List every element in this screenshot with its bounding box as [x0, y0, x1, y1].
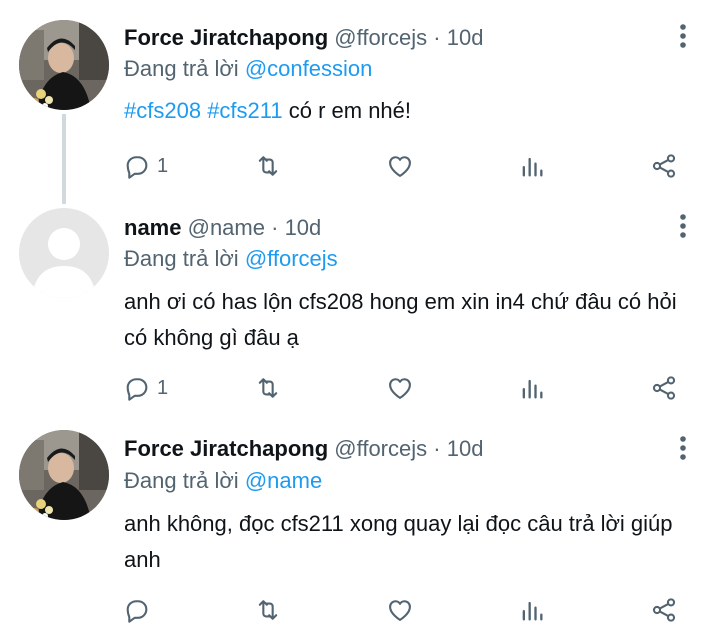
replying-prefix: Đang trả lời	[124, 468, 239, 493]
retweet-button[interactable]	[254, 590, 282, 630]
timestamp[interactable]: 10d	[285, 215, 322, 240]
replying-to: Đang trả lời @confession	[124, 56, 372, 82]
tweet-header: Force Jiratchapong @fforcejs · 10d	[124, 25, 483, 51]
retweet-button[interactable]	[254, 146, 282, 186]
like-button[interactable]	[386, 590, 414, 630]
hashtag-link[interactable]: #cfs208	[124, 98, 201, 123]
avatar[interactable]	[19, 20, 109, 110]
handle[interactable]: @fforcejs	[334, 436, 427, 461]
like-icon	[389, 600, 411, 621]
timestamp[interactable]: 10d	[447, 436, 484, 461]
like-icon	[389, 378, 411, 399]
mention-link[interactable]: @name	[245, 468, 322, 493]
tweet[interactable]: Force Jiratchapong @fforcejs · 10d Đang …	[0, 418, 720, 638]
tweet[interactable]: name @name · 10d Đang trả lời @fforcejs …	[0, 196, 720, 416]
share-icon	[652, 376, 676, 400]
retweet-icon	[258, 600, 278, 620]
more-icon[interactable]	[673, 22, 693, 50]
handle[interactable]: @name	[188, 215, 265, 240]
mention-link[interactable]: @fforcejs	[245, 246, 338, 271]
tweet-text-content: có r em nhé!	[288, 98, 412, 123]
tweet-header: name @name · 10d	[124, 215, 321, 241]
more-icon[interactable]	[673, 212, 693, 240]
replying-prefix: Đang trả lời	[124, 246, 239, 271]
display-name[interactable]: Force Jiratchapong	[124, 436, 328, 461]
replying-to: Đang trả lời @name	[124, 468, 322, 494]
replying-to: Đang trả lời @fforcejs	[124, 246, 338, 272]
reply-button[interactable]: 1	[123, 146, 168, 186]
avatar[interactable]	[19, 430, 109, 520]
views-button[interactable]	[518, 146, 546, 186]
views-icon	[522, 601, 543, 621]
views-icon	[522, 379, 543, 399]
retweet-icon	[258, 378, 278, 398]
separator-dot: ·	[433, 25, 441, 50]
tweet-header: Force Jiratchapong @fforcejs · 10d	[124, 436, 483, 462]
tweet-text: #cfs208 #cfs211 có r em nhé!	[124, 93, 694, 129]
retweet-icon	[258, 156, 278, 176]
display-name[interactable]: Force Jiratchapong	[124, 25, 328, 50]
reply-count: 1	[157, 376, 169, 399]
reply-count: 1	[157, 154, 169, 177]
views-button[interactable]	[518, 368, 546, 408]
share-button[interactable]	[650, 590, 678, 630]
more-icon[interactable]	[673, 434, 693, 462]
share-icon	[652, 154, 676, 178]
timestamp[interactable]: 10d	[447, 25, 484, 50]
action-bar	[0, 590, 720, 630]
reply-icon	[126, 378, 148, 401]
reply-button[interactable]: 1	[123, 368, 168, 408]
reply-button[interactable]	[123, 590, 157, 630]
replying-prefix: Đang trả lời	[124, 56, 239, 81]
like-button[interactable]	[386, 368, 414, 408]
action-bar: 1	[0, 146, 720, 186]
reply-icon	[126, 600, 148, 623]
mention-link[interactable]: @confession	[245, 56, 373, 81]
display-name[interactable]: name	[124, 215, 181, 240]
handle[interactable]: @fforcejs	[334, 25, 427, 50]
tweet[interactable]: Force Jiratchapong @fforcejs · 10d Đang …	[0, 0, 720, 200]
like-icon	[389, 156, 411, 177]
views-icon	[522, 157, 543, 177]
retweet-button[interactable]	[254, 368, 282, 408]
share-button[interactable]	[650, 146, 678, 186]
avatar[interactable]	[19, 208, 109, 298]
tweet-text: anh ơi có has lộn cfs208 hong em xin in4…	[124, 289, 677, 350]
views-button[interactable]	[518, 590, 546, 630]
share-button[interactable]	[650, 368, 678, 408]
tweet-text: anh không, đọc cfs211 xong quay lại đọc …	[124, 511, 673, 572]
reply-icon	[126, 156, 148, 179]
action-bar: 1	[0, 368, 720, 408]
like-button[interactable]	[386, 146, 414, 186]
separator-dot: ·	[433, 436, 441, 461]
separator-dot: ·	[271, 215, 279, 240]
share-icon	[652, 598, 676, 622]
hashtag-link[interactable]: #cfs211	[207, 98, 282, 123]
